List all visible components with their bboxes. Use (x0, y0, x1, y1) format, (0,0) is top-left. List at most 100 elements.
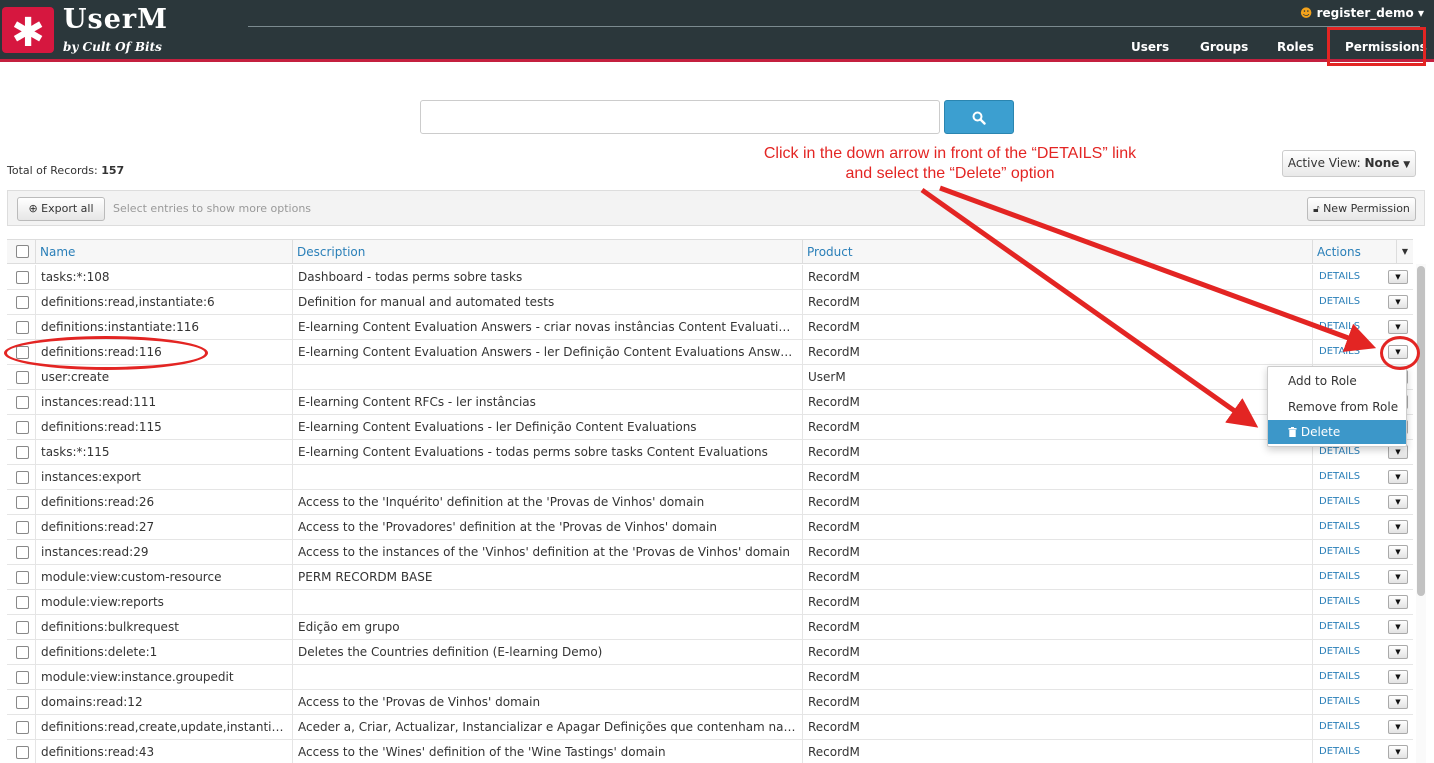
search-button[interactable] (944, 100, 1014, 134)
table-row[interactable]: definitions:read:27 Access to the 'Provad… (7, 515, 1413, 540)
table-row[interactable]: tasks:*:108 Dashboard - todas perms sobre… (7, 265, 1413, 290)
column-header-product[interactable]: Product (802, 240, 1312, 264)
table-row[interactable]: user:createUserMDETAILS▼ (7, 365, 1413, 390)
row-select-cell (7, 640, 35, 664)
row-checkbox[interactable] (16, 496, 29, 509)
table-row[interactable]: module:view:instance.groupedit RecordM DET… (7, 665, 1413, 690)
details-link[interactable]: DETAILS (1319, 615, 1360, 639)
row-checkbox[interactable] (16, 296, 29, 309)
details-link[interactable]: DETAILS (1319, 515, 1360, 539)
row-checkbox[interactable] (16, 396, 29, 409)
row-checkbox[interactable] (16, 446, 29, 459)
row-checkbox[interactable] (16, 621, 29, 634)
table-row[interactable]: definitions:read,instantiate:6 Definition… (7, 290, 1413, 315)
select-all-checkbox[interactable] (16, 245, 29, 258)
row-actions-toggle[interactable]: ▼ (1388, 620, 1408, 634)
table-row[interactable]: definitions:instantiate:116 E-learning Co… (7, 315, 1413, 340)
row-checkbox[interactable] (16, 271, 29, 284)
column-menu-icon[interactable]: ▼ (1396, 240, 1413, 264)
header-select-all (7, 240, 35, 264)
row-actions-toggle[interactable]: ▼ (1388, 270, 1408, 284)
row-description (292, 590, 802, 614)
row-actions-toggle[interactable]: ▼ (1388, 720, 1408, 734)
details-link[interactable]: DETAILS (1319, 690, 1360, 714)
row-actions-toggle[interactable]: ▼ (1388, 495, 1408, 509)
row-actions-toggle[interactable]: ▼ (1388, 695, 1408, 709)
row-actions-toggle[interactable]: ▼ (1388, 745, 1408, 759)
row-checkbox[interactable] (16, 571, 29, 584)
details-link[interactable]: DETAILS (1319, 665, 1360, 689)
details-link[interactable]: DETAILS (1319, 265, 1360, 289)
delete-option[interactable]: Delete (1268, 420, 1406, 444)
row-select-cell (7, 540, 35, 564)
row-checkbox[interactable] (16, 421, 29, 434)
table-row[interactable]: module:view:custom-resource PERM RECORDM … (7, 565, 1413, 590)
row-product: RecordM (802, 690, 1312, 714)
column-header-description[interactable]: Description (292, 240, 802, 264)
row-checkbox[interactable] (16, 596, 29, 609)
row-actions-toggle[interactable]: ▼ (1388, 445, 1408, 459)
row-actions-toggle[interactable]: ▼ (1388, 595, 1408, 609)
row-checkbox[interactable] (16, 521, 29, 534)
table-row[interactable]: instances:read:111 E-learning Content RFC… (7, 390, 1413, 415)
remove-from-role-option[interactable]: Remove from Role (1268, 395, 1406, 419)
logo-icon[interactable]: ✱ (2, 7, 54, 56)
row-actions-toggle[interactable]: ▼ (1388, 295, 1408, 309)
row-checkbox[interactable] (16, 721, 29, 734)
row-actions-toggle[interactable]: ▼ (1388, 320, 1408, 334)
table-row[interactable]: domains:read:12 Access to the 'Provas de … (7, 690, 1413, 715)
details-link[interactable]: DETAILS (1319, 465, 1360, 489)
caret-down-icon: ▼ (1395, 473, 1401, 481)
row-actions-toggle[interactable]: ▼ (1388, 570, 1408, 584)
row-product: RecordM (802, 465, 1312, 489)
details-link[interactable]: DETAILS (1319, 315, 1360, 339)
details-link[interactable]: DETAILS (1319, 290, 1360, 314)
details-link[interactable]: DETAILS (1319, 340, 1360, 364)
row-checkbox[interactable] (16, 371, 29, 384)
table-row[interactable]: definitions:read:116 E-learning Content E… (7, 340, 1413, 365)
table-row[interactable]: definitions:read:26 Access to the 'Inquér… (7, 490, 1413, 515)
row-actions-toggle[interactable]: ▼ (1388, 670, 1408, 684)
row-actions-toggle[interactable]: ▼ (1388, 470, 1408, 484)
table-row[interactable]: instances:read:29 Access to the instances… (7, 540, 1413, 565)
table-row[interactable]: definitions:delete:1 Deletes the Countrie… (7, 640, 1413, 665)
details-link[interactable]: DETAILS (1319, 640, 1360, 664)
row-checkbox[interactable] (16, 321, 29, 334)
caret-down-icon: ▼ (1395, 523, 1401, 531)
caret-down-icon: ▼ (1395, 323, 1401, 331)
details-link[interactable]: DETAILS (1319, 565, 1360, 589)
new-permission-button[interactable]: 🔓︎ New Permission (1307, 197, 1416, 221)
table-row[interactable]: tasks:*:115 E-learning Content Evaluation… (7, 440, 1413, 465)
details-link[interactable]: DETAILS (1319, 715, 1360, 739)
table-row[interactable]: instances:export RecordM DETAILS ▼ (7, 465, 1413, 490)
row-checkbox[interactable] (16, 746, 29, 759)
row-actions-toggle[interactable]: ▼ (1388, 545, 1408, 559)
row-checkbox[interactable] (16, 546, 29, 559)
table-row[interactable]: definitions:read:43 Access to the 'Wines'… (7, 740, 1413, 763)
scrollbar-thumb[interactable] (1417, 266, 1425, 596)
export-all-button[interactable]: ⊕ Export all (17, 197, 105, 221)
row-checkbox[interactable] (16, 696, 29, 709)
table-row[interactable]: definitions:bulkrequest Edição em grupo Re… (7, 615, 1413, 640)
nav-groups[interactable]: Groups (1200, 40, 1248, 54)
nav-roles[interactable]: Roles (1277, 40, 1314, 54)
row-actions-toggle[interactable]: ▼ (1388, 645, 1408, 659)
search-input[interactable] (420, 100, 940, 134)
table-row[interactable]: module:view:reports RecordM DETAILS ▼ (7, 590, 1413, 615)
column-header-name[interactable]: Name (35, 240, 292, 264)
details-link[interactable]: DETAILS (1319, 590, 1360, 614)
table-row[interactable]: definitions:read:115 E-learning Content E… (7, 415, 1413, 440)
details-link[interactable]: DETAILS (1319, 540, 1360, 564)
nav-users[interactable]: Users (1131, 40, 1169, 54)
add-to-role-option[interactable]: Add to Role (1268, 369, 1406, 393)
details-link[interactable]: DETAILS (1319, 490, 1360, 514)
active-view-dropdown[interactable]: Active View: None ▼ (1282, 150, 1416, 177)
row-actions-toggle[interactable]: ▼ (1388, 520, 1408, 534)
row-checkbox[interactable] (16, 646, 29, 659)
row-checkbox[interactable] (16, 671, 29, 684)
table-row[interactable]: definitions:read,create,update,instantia… (7, 715, 1413, 740)
user-menu[interactable]: ☻ register_demo ▾ (1300, 6, 1424, 20)
row-actions: DETAILS ▼ (1312, 665, 1413, 689)
row-checkbox[interactable] (16, 471, 29, 484)
details-link[interactable]: DETAILS (1319, 740, 1360, 763)
